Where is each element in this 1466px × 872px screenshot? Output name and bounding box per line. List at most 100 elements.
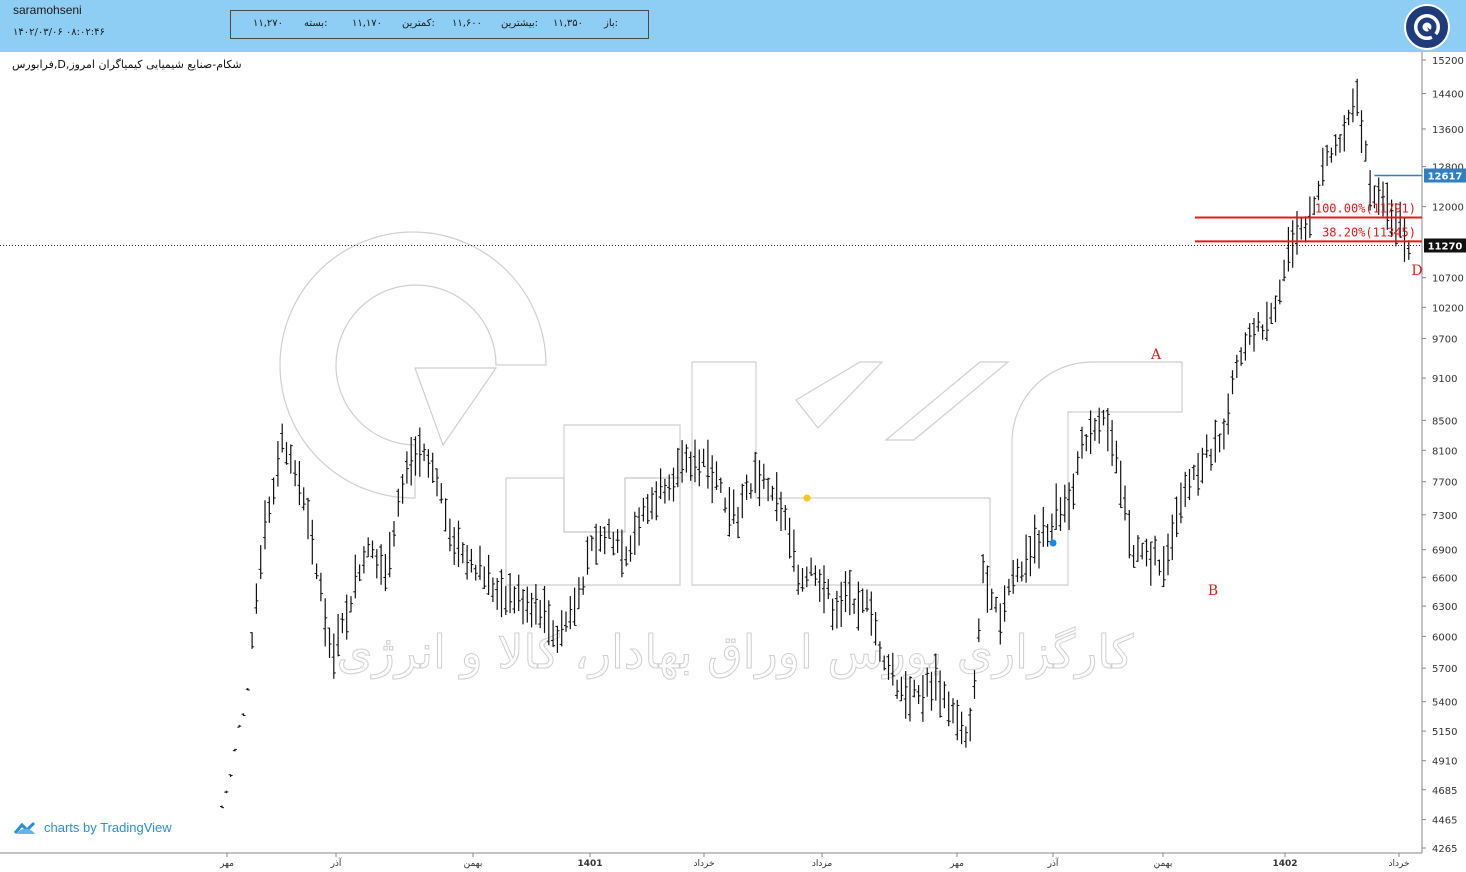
ohlc-bar bbox=[748, 483, 753, 499]
ohlc-bar bbox=[486, 554, 491, 596]
ohlc-bar bbox=[254, 583, 259, 614]
y-tick-label: 8100 bbox=[1432, 446, 1457, 457]
ohlc-bar bbox=[791, 529, 796, 572]
ohlc-bar bbox=[1230, 370, 1235, 395]
ohlc-bar bbox=[1183, 471, 1188, 507]
ohlc-bar bbox=[761, 463, 766, 489]
ohlc-bar bbox=[654, 481, 659, 521]
ohlc-bar bbox=[787, 517, 792, 559]
tradingview-branding[interactable]: charts by TradingView bbox=[14, 820, 172, 835]
y-tick-label: 6300 bbox=[1432, 602, 1457, 613]
ohlc-bar bbox=[503, 585, 508, 616]
ohlc-bar bbox=[963, 726, 968, 748]
ohlc-bar bbox=[607, 518, 611, 539]
y-tick-label: 5400 bbox=[1432, 698, 1457, 709]
y-tick-label: 4265 bbox=[1432, 844, 1457, 855]
ohlc-bar bbox=[469, 548, 474, 573]
ohlc-bar bbox=[430, 452, 435, 484]
ohlc-bar bbox=[1153, 535, 1158, 566]
ohlc-bar bbox=[1406, 240, 1411, 260]
ohlc-bar bbox=[447, 518, 452, 552]
ohlc-bar bbox=[1170, 514, 1175, 561]
ohlc-bar bbox=[1024, 534, 1029, 583]
ohlc-bar bbox=[856, 581, 861, 631]
ohlc-bar bbox=[1217, 433, 1222, 453]
ohlc-bar bbox=[637, 507, 642, 546]
x-tick-label: بهمن bbox=[464, 859, 483, 869]
ohlc-bar bbox=[1041, 506, 1046, 547]
ohlc-bar bbox=[994, 596, 998, 613]
ohlc-bar bbox=[301, 487, 306, 511]
ohlc-bar bbox=[374, 549, 379, 579]
ohlc-bar bbox=[220, 805, 224, 809]
y-tick-label: 6900 bbox=[1432, 546, 1457, 557]
ohlc-bar bbox=[585, 536, 590, 575]
ohlc-bar bbox=[1114, 440, 1119, 474]
ohlc-bar bbox=[1243, 332, 1248, 361]
ohlc-bar bbox=[1097, 407, 1102, 444]
x-tick-label: خرداد bbox=[693, 859, 714, 869]
ohlc-bar bbox=[1032, 514, 1037, 564]
ohlc-bar bbox=[490, 577, 495, 603]
ohlc-bar bbox=[920, 674, 925, 722]
ohlc-bar bbox=[452, 527, 457, 565]
ohlc-bar bbox=[619, 529, 624, 578]
ohlc-bar bbox=[946, 691, 951, 727]
ohlc-bar bbox=[822, 565, 826, 614]
x-tick-label: 1401 bbox=[577, 859, 602, 869]
ohlc-bar bbox=[955, 699, 960, 741]
ohlc-bar bbox=[581, 576, 586, 595]
ohlc-bar bbox=[1127, 509, 1132, 559]
ohlc-bar bbox=[258, 545, 263, 580]
ohlc-bar bbox=[899, 676, 904, 702]
ohlc-bar bbox=[1002, 585, 1007, 622]
ohlc-bar bbox=[327, 627, 332, 658]
ohlc-bar bbox=[1247, 323, 1252, 345]
ohlc-bar bbox=[1256, 312, 1261, 332]
ohlc-bar bbox=[1092, 417, 1097, 441]
ohlc-bar bbox=[615, 529, 620, 553]
ohlc-bar bbox=[310, 519, 315, 565]
ohlc-bar bbox=[1191, 464, 1196, 481]
y-tick-label: 5150 bbox=[1432, 727, 1457, 738]
ohlc-bar bbox=[1286, 226, 1291, 272]
ohlc-bar bbox=[796, 564, 801, 595]
y-tick-label: 7700 bbox=[1432, 478, 1457, 489]
wave-label: A bbox=[1150, 347, 1162, 363]
ohlc-bar bbox=[632, 511, 637, 555]
ohlc-bar bbox=[1105, 408, 1110, 452]
ohlc-bar bbox=[675, 447, 680, 488]
ohlc-bar bbox=[740, 483, 745, 519]
ohlc-bar bbox=[1264, 301, 1269, 342]
ohlc-bar bbox=[1316, 180, 1321, 201]
ohlc-bar bbox=[1226, 393, 1231, 435]
ohlc-bar bbox=[774, 472, 779, 522]
ohlc-bar bbox=[714, 461, 719, 491]
ohlc-bar bbox=[1088, 410, 1093, 454]
ohlc-bar bbox=[331, 633, 336, 679]
ohlc-bar bbox=[1084, 434, 1089, 452]
x-tick-label: مهر bbox=[219, 859, 234, 869]
ohlc-bar bbox=[1234, 354, 1239, 378]
x-tick-label: خرداد bbox=[1388, 859, 1409, 869]
y-tick-label: 7300 bbox=[1432, 511, 1457, 522]
ohlc-bar bbox=[1303, 216, 1308, 243]
y-tick-label: 8500 bbox=[1432, 416, 1457, 427]
ohlc-bar bbox=[1028, 536, 1033, 577]
ohlc-bar bbox=[1148, 541, 1153, 586]
ohlc-bar bbox=[271, 477, 276, 505]
ohlc-bar bbox=[968, 707, 973, 742]
watermark-text: کارگزاری بورس اوراق بهادار، کالا و انرژی bbox=[337, 625, 1134, 680]
ohlc-bar bbox=[684, 444, 689, 473]
ohlc-bar bbox=[834, 590, 839, 629]
ohlc-bar bbox=[589, 535, 594, 551]
ohlc-bar bbox=[693, 439, 697, 483]
ohlc-bar bbox=[1140, 542, 1145, 560]
ohlc-bar bbox=[572, 587, 577, 626]
x-axis: مهر آذر بهمن 1401 خرداد مرداد مهر آذر بهمن 1402 خر… bbox=[219, 853, 1410, 869]
x-tick-label: 1402 bbox=[1272, 859, 1297, 869]
y-axis: 1520014400136001280012000112701070010200… bbox=[1422, 56, 1466, 855]
ohlc-bar bbox=[306, 497, 310, 540]
ohlc-bar bbox=[237, 724, 242, 728]
ohlc-bar bbox=[314, 563, 319, 580]
